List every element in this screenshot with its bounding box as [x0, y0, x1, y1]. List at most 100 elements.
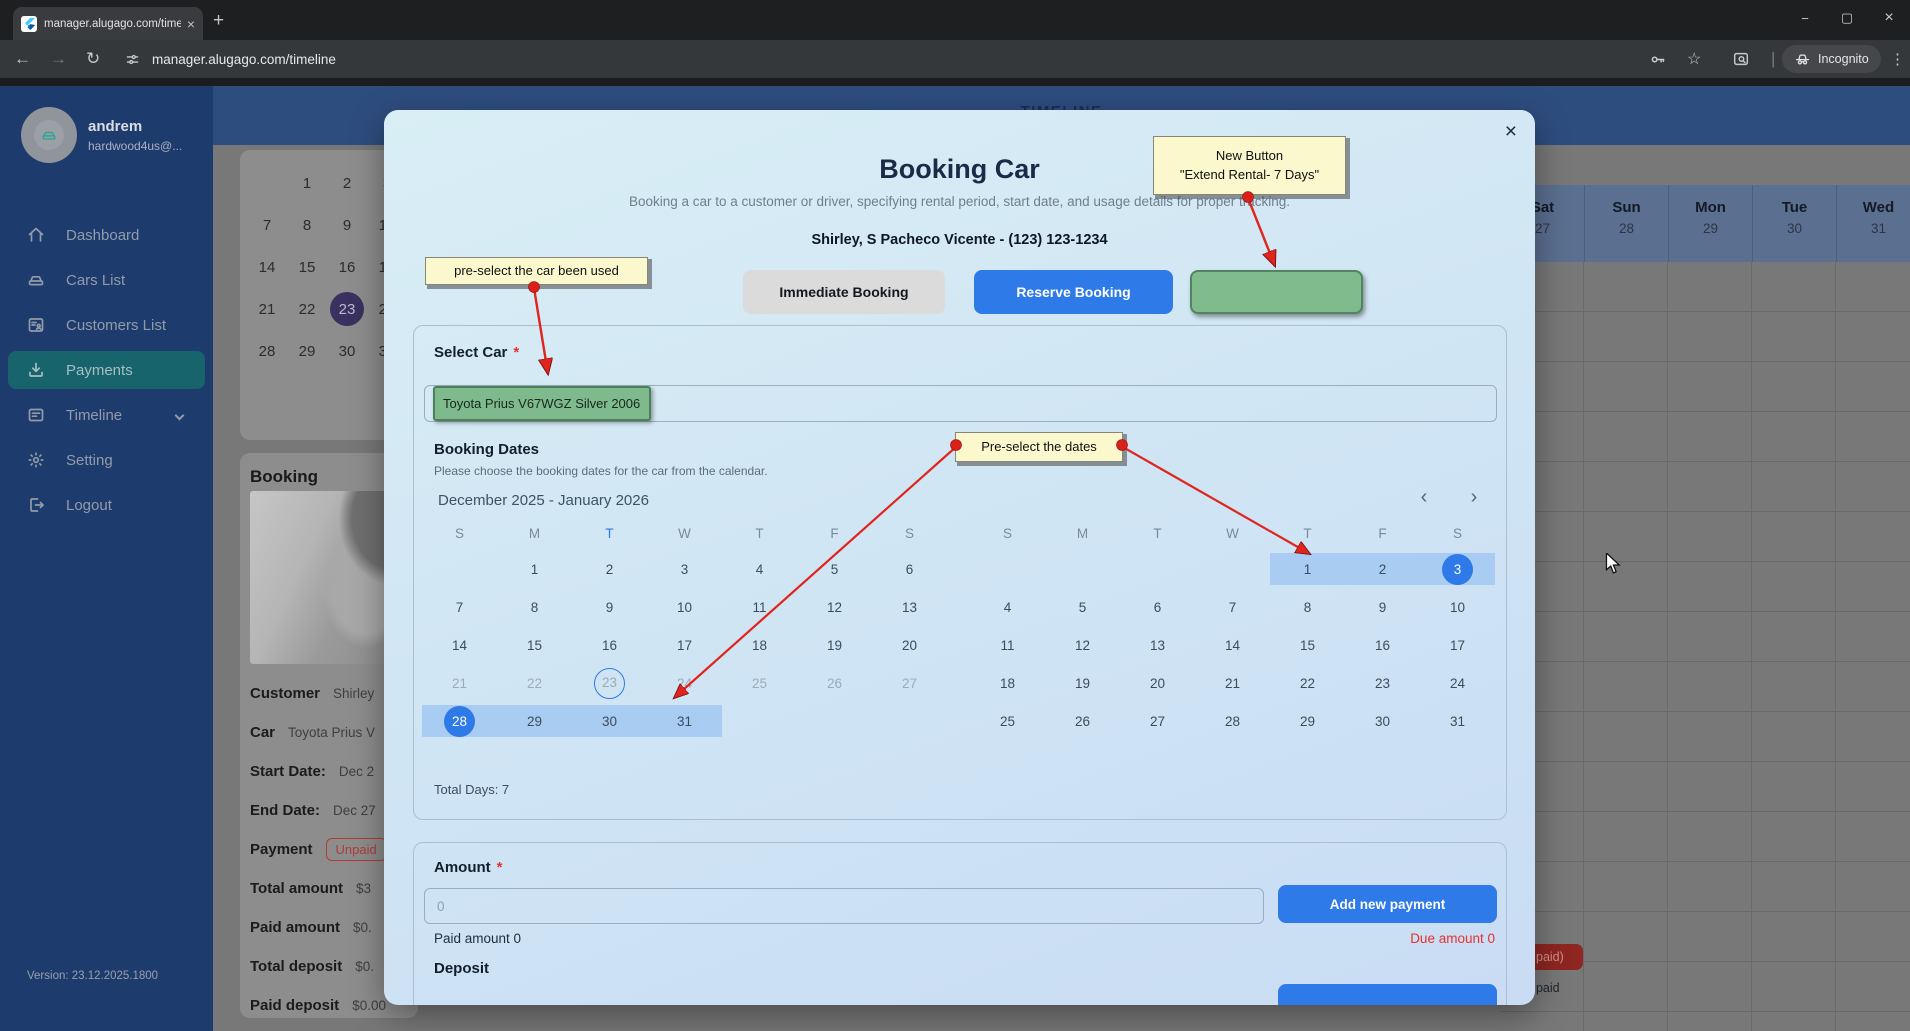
calendar-day[interactable]: 2 — [1345, 550, 1420, 588]
amount-input[interactable] — [424, 888, 1264, 924]
calendar-day[interactable]: 26 — [1045, 702, 1120, 740]
calendar-day[interactable]: 9 — [1345, 588, 1420, 626]
reserve-booking-button[interactable]: Reserve Booking — [974, 270, 1173, 314]
calendar-day[interactable]: 20 — [872, 626, 947, 664]
calendar-day[interactable]: 20 — [1120, 664, 1195, 702]
calendar-day[interactable]: 2 — [572, 550, 647, 588]
calendar-day[interactable]: 23 — [1345, 664, 1420, 702]
mini-calendar-day[interactable]: 8 — [287, 204, 327, 246]
sidebar-item-customers-list[interactable]: Customers List — [8, 306, 205, 344]
calendar-day[interactable]: 7 — [1195, 588, 1270, 626]
calendar-day[interactable]: 17 — [1420, 626, 1495, 664]
calendar-day[interactable]: 11 — [722, 588, 797, 626]
calendar-day[interactable]: 5 — [797, 550, 872, 588]
calendar-day[interactable]: 27 — [1120, 702, 1195, 740]
calendar-day[interactable]: 14 — [1195, 626, 1270, 664]
sidebar-item-setting[interactable]: Setting — [8, 441, 205, 479]
close-icon[interactable]: × — [1505, 120, 1517, 144]
calendar-day[interactable]: 4 — [970, 588, 1045, 626]
calendar-day[interactable]: 5 — [1045, 588, 1120, 626]
calendar-day[interactable]: 15 — [1270, 626, 1345, 664]
calendar-day[interactable]: 28 — [1195, 702, 1270, 740]
calendar-day[interactable]: 6 — [1120, 588, 1195, 626]
calendar-day[interactable]: 1 — [1270, 550, 1345, 588]
calendar-day[interactable]: 8 — [1270, 588, 1345, 626]
calendar-day[interactable]: 31 — [647, 702, 722, 740]
mini-calendar-day[interactable]: 15 — [287, 246, 327, 288]
mini-calendar-day[interactable]: 2 — [327, 162, 367, 204]
calendar-day[interactable]: 4 — [722, 550, 797, 588]
mini-calendar-day[interactable]: 23 — [327, 288, 367, 330]
calendar-day[interactable]: 18 — [722, 626, 797, 664]
mini-calendar-day[interactable]: 7 — [247, 204, 287, 246]
deposit-button-partial[interactable] — [1278, 984, 1497, 1005]
calendar-day[interactable]: 13 — [872, 588, 947, 626]
bookmark-star-icon[interactable]: ☆ — [1687, 40, 1701, 78]
calendar-day[interactable]: 3 — [1420, 550, 1495, 588]
mini-calendar-day[interactable]: 29 — [287, 330, 327, 372]
mini-calendar-day[interactable]: 28 — [247, 330, 287, 372]
password-key-icon[interactable] — [1648, 40, 1667, 78]
mini-calendar-day[interactable]: 22 — [287, 288, 327, 330]
mini-calendar-day[interactable]: 16 — [327, 246, 367, 288]
calendar-day[interactable]: 29 — [497, 702, 572, 740]
calendar-day[interactable]: 23 — [572, 664, 647, 702]
immediate-booking-button[interactable]: Immediate Booking — [743, 270, 945, 314]
calendar-day[interactable]: 12 — [1045, 626, 1120, 664]
calendar-day[interactable]: 24 — [647, 664, 722, 702]
site-settings-icon[interactable] — [124, 40, 141, 78]
calendar-day[interactable]: 21 — [422, 664, 497, 702]
avatar[interactable] — [21, 107, 77, 163]
calendar-day[interactable]: 12 — [797, 588, 872, 626]
mini-calendar-day[interactable]: 9 — [327, 204, 367, 246]
calendar-day[interactable]: 25 — [722, 664, 797, 702]
window-close-button[interactable]: × — [1870, 0, 1908, 36]
calendar-day[interactable]: 22 — [1270, 664, 1345, 702]
calendar-day[interactable]: 30 — [572, 702, 647, 740]
calendar-day[interactable]: 1 — [497, 550, 572, 588]
calendar-day[interactable]: 25 — [970, 702, 1045, 740]
calendar-day[interactable]: 18 — [970, 664, 1045, 702]
sidebar-item-payments[interactable]: Payments — [8, 351, 205, 389]
calendar-day[interactable]: 11 — [970, 626, 1045, 664]
calendar-day[interactable]: 26 — [797, 664, 872, 702]
tab-search-icon[interactable] — [1732, 40, 1750, 78]
calendar-day[interactable]: 3 — [647, 550, 722, 588]
calendar-day[interactable]: 19 — [1045, 664, 1120, 702]
calendar-day[interactable]: 6 — [872, 550, 947, 588]
reload-button[interactable]: ↻ — [86, 40, 100, 78]
extend-rental-button[interactable] — [1190, 270, 1363, 314]
calendar-day[interactable]: 9 — [572, 588, 647, 626]
mini-calendar-day[interactable]: 21 — [247, 288, 287, 330]
calendar-day[interactable]: 7 — [422, 588, 497, 626]
address-bar[interactable]: manager.alugago.com/timeline — [152, 40, 336, 78]
calendar-day[interactable]: 21 — [1195, 664, 1270, 702]
calendar-day[interactable]: 16 — [1345, 626, 1420, 664]
calendar-day[interactable]: 13 — [1120, 626, 1195, 664]
calendar-day[interactable]: 24 — [1420, 664, 1495, 702]
calendar-day[interactable]: 31 — [1420, 702, 1495, 740]
window-minimize-button[interactable]: − — [1786, 0, 1824, 36]
calendar-prev-icon[interactable]: ‹ — [1409, 486, 1439, 509]
calendar-day[interactable]: 14 — [422, 626, 497, 664]
calendar-day[interactable]: 8 — [497, 588, 572, 626]
calendar-day[interactable]: 30 — [1345, 702, 1420, 740]
browser-menu-icon[interactable]: ⋮ — [1890, 40, 1905, 78]
window-maximize-button[interactable]: ▢ — [1828, 0, 1866, 36]
mini-calendar-day[interactable]: 1 — [287, 162, 327, 204]
calendar-day[interactable]: 16 — [572, 626, 647, 664]
calendar-day[interactable]: 27 — [872, 664, 947, 702]
calendar-day[interactable]: 15 — [497, 626, 572, 664]
calendar-day[interactable]: 19 — [797, 626, 872, 664]
tab-close-icon[interactable]: × — [187, 16, 195, 32]
calendar-day[interactable]: 29 — [1270, 702, 1345, 740]
sidebar-item-timeline[interactable]: Timeline — [8, 396, 205, 434]
calendar-next-icon[interactable]: › — [1459, 486, 1489, 509]
back-button[interactable]: ← — [14, 40, 31, 78]
forward-button[interactable]: → — [50, 40, 67, 78]
new-tab-button[interactable]: + — [213, 10, 224, 32]
mini-calendar-day[interactable]: 14 — [247, 246, 287, 288]
mini-calendar-day[interactable]: 30 — [327, 330, 367, 372]
calendar-day[interactable]: 28 — [422, 702, 497, 740]
sidebar-item-cars-list[interactable]: Cars List — [8, 261, 205, 299]
